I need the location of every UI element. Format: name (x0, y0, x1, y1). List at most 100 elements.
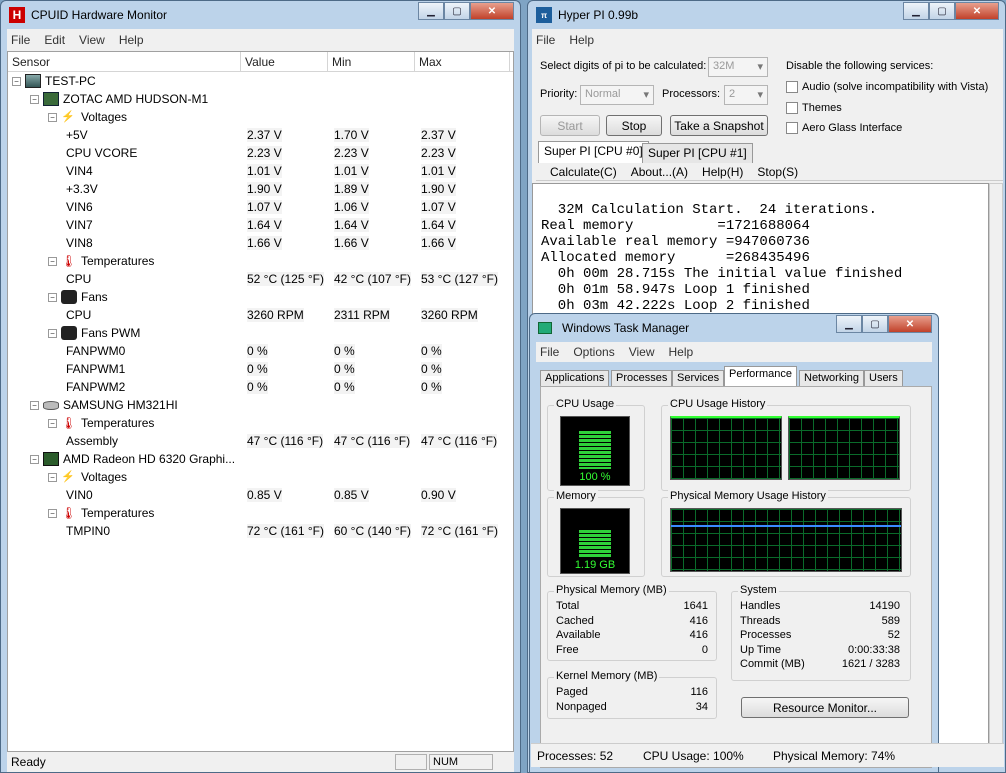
col-sensor[interactable]: Sensor (8, 52, 241, 71)
sensor-row[interactable]: VIN6 1.07 V 1.06 V 1.07 V (8, 198, 513, 216)
sensor-row[interactable]: VIN8 1.66 V 1.66 V 1.66 V (8, 234, 513, 252)
sensor-row[interactable]: +5V 2.37 V 1.70 V 2.37 V (8, 126, 513, 144)
sensor-group-row[interactable]: − 🌡 Temperatures (8, 504, 513, 522)
menu-file[interactable]: File (540, 345, 559, 359)
sensor-row[interactable]: CPU 3260 RPM 2311 RPM 3260 RPM (8, 306, 513, 324)
aero-checkbox[interactable]: Aero Glass Interface (786, 122, 902, 134)
sensor-value: 2.37 V (247, 128, 282, 142)
col-min[interactable]: Min (328, 52, 415, 71)
tab-applications[interactable]: Applications (540, 370, 610, 387)
collapse-toggle-icon[interactable]: − (48, 256, 57, 266)
menu-help[interactable]: Help (119, 33, 144, 47)
digits-select[interactable]: 32M (708, 57, 768, 77)
tab-services[interactable]: Services (672, 370, 725, 387)
tab-users[interactable]: Users (864, 370, 903, 387)
hp-titlebar[interactable]: π Hyper PI 0.99b ▁ ▢ ✕ (528, 1, 1005, 29)
sensor-group-row[interactable]: − SAMSUNG HM321HI (8, 396, 513, 414)
collapse-toggle-icon[interactable]: − (12, 76, 21, 86)
sensor-tree[interactable]: Sensor Value Min Max − TEST-PC − ZOTAC AMD … (7, 51, 514, 752)
processors-select[interactable]: 2 (724, 85, 768, 105)
maximize-button[interactable]: ▢ (929, 2, 955, 20)
sensor-row[interactable]: FANPWM0 0 % 0 % 0 % (8, 342, 513, 360)
collapse-toggle-icon[interactable]: − (48, 472, 57, 482)
start-button[interactable]: Start (540, 115, 600, 136)
snapshot-button[interactable]: Take a Snapshot (670, 115, 768, 136)
tab-processes[interactable]: Processes (611, 370, 673, 387)
sensor-row[interactable]: FANPWM1 0 % 0 % 0 % (8, 360, 513, 378)
sensor-row[interactable]: Assembly 47 °C (116 °F) 47 °C (116 °F) 47 °… (8, 432, 513, 450)
collapse-toggle-icon[interactable]: − (30, 400, 39, 410)
sensor-row[interactable]: CPU 52 °C (125 °F) 42 °C (107 °F) 53 °C (12… (8, 270, 513, 288)
sensor-row[interactable]: +3.3V 1.90 V 1.89 V 1.90 V (8, 180, 513, 198)
sensor-row[interactable]: TMPIN0 72 °C (161 °F) 60 °C (140 °F) 72 °C … (8, 522, 513, 540)
sensor-group-row[interactable]: − Fans (8, 288, 513, 306)
close-button[interactable]: ✕ (955, 2, 999, 20)
tab-performance[interactable]: Performance (724, 366, 797, 387)
memory-history-line (671, 525, 901, 527)
minimize-button[interactable]: ▁ (903, 2, 929, 20)
menu-calculate[interactable]: Calculate(C) (550, 165, 617, 179)
memory-value: 1.19 GB (574, 559, 616, 571)
tab-networking[interactable]: Networking (799, 370, 865, 387)
priority-select[interactable]: Normal (580, 85, 654, 105)
maximize-button[interactable]: ▢ (862, 315, 888, 333)
minimize-button[interactable]: ▁ (836, 315, 862, 333)
menu-file[interactable]: File (11, 33, 30, 47)
menu-help[interactable]: Help (669, 345, 694, 359)
sensor-row[interactable]: CPU VCORE 2.23 V 2.23 V 2.23 V (8, 144, 513, 162)
sensor-group-row[interactable]: − TEST-PC (8, 72, 513, 90)
sensor-row[interactable]: VIN7 1.64 V 1.64 V 1.64 V (8, 216, 513, 234)
hardware-monitor-window[interactable]: H CPUID Hardware Monitor ▁ ▢ ✕ File Edit… (0, 0, 521, 773)
tm-titlebar[interactable]: Windows Task Manager ▁ ▢ ✕ (530, 314, 938, 342)
menu-help[interactable]: Help (569, 33, 594, 47)
collapse-toggle-icon[interactable]: − (48, 292, 57, 302)
col-max[interactable]: Max (415, 52, 510, 71)
tab-cpu1[interactable]: Super PI [CPU #1] (642, 143, 753, 163)
fan-icon (61, 326, 77, 340)
stop-button[interactable]: Stop (606, 115, 662, 136)
sensor-group-row[interactable]: − ZOTAC AMD HUDSON-M1 (8, 90, 513, 108)
sensor-group-row[interactable]: − 🌡 Temperatures (8, 252, 513, 270)
checkbox-box[interactable] (786, 102, 798, 114)
collapse-toggle-icon[interactable]: − (48, 328, 57, 338)
collapse-toggle-icon[interactable]: − (30, 454, 39, 464)
menu-file[interactable]: File (536, 33, 555, 47)
hw-titlebar[interactable]: H CPUID Hardware Monitor ▁ ▢ ✕ (1, 1, 520, 29)
audio-checkbox[interactable]: Audio (solve incompatibility with Vista) (786, 81, 988, 93)
close-button[interactable]: ✕ (470, 2, 514, 20)
log-scrollbar[interactable] (989, 183, 1003, 744)
menu-view[interactable]: View (79, 33, 105, 47)
sensor-group-row[interactable]: − ⚡ Voltages (8, 108, 513, 126)
sensor-name-cell: VIN6 (66, 200, 93, 214)
collapse-toggle-icon[interactable]: − (48, 112, 57, 122)
collapse-toggle-icon[interactable]: − (30, 94, 39, 104)
menu-stop[interactable]: Stop(S) (757, 165, 798, 179)
task-manager-window[interactable]: Windows Task Manager ▁ ▢ ✕ File Options … (529, 313, 939, 773)
menu-options[interactable]: Options (573, 345, 614, 359)
themes-checkbox[interactable]: Themes (786, 102, 842, 114)
sensor-group-row[interactable]: − Fans PWM (8, 324, 513, 342)
close-button[interactable]: ✕ (888, 315, 932, 333)
sensor-row[interactable]: VIN4 1.01 V 1.01 V 1.01 V (8, 162, 513, 180)
sensor-row[interactable]: FANPWM2 0 % 0 % 0 % (8, 378, 513, 396)
checkbox-box[interactable] (786, 122, 798, 134)
tab-cpu0[interactable]: Super PI [CPU #0] (538, 141, 649, 163)
col-value[interactable]: Value (241, 52, 328, 71)
sensor-name: CPU (66, 308, 92, 322)
menu-view[interactable]: View (629, 345, 655, 359)
menu-superpi-help[interactable]: Help(H) (702, 165, 743, 179)
resource-monitor-button[interactable]: Resource Monitor... (741, 697, 909, 718)
collapse-toggle-icon[interactable]: − (48, 418, 57, 428)
sensor-group-row[interactable]: − ⚡ Voltages (8, 468, 513, 486)
checkbox-box[interactable] (786, 81, 798, 93)
sensor-group-row[interactable]: − AMD Radeon HD 6320 Graphi... (8, 450, 513, 468)
menu-edit[interactable]: Edit (44, 33, 65, 47)
sensor-group-row[interactable]: − 🌡 Temperatures (8, 414, 513, 432)
sensor-row[interactable]: VIN0 0.85 V 0.85 V 0.90 V (8, 486, 513, 504)
menu-about[interactable]: About...(A) (631, 165, 688, 179)
sensor-value: 1.01 V (247, 164, 282, 178)
sensor-max: 2.37 V (421, 128, 456, 142)
collapse-toggle-icon[interactable]: − (48, 508, 57, 518)
minimize-button[interactable]: ▁ (418, 2, 444, 20)
maximize-button[interactable]: ▢ (444, 2, 470, 20)
